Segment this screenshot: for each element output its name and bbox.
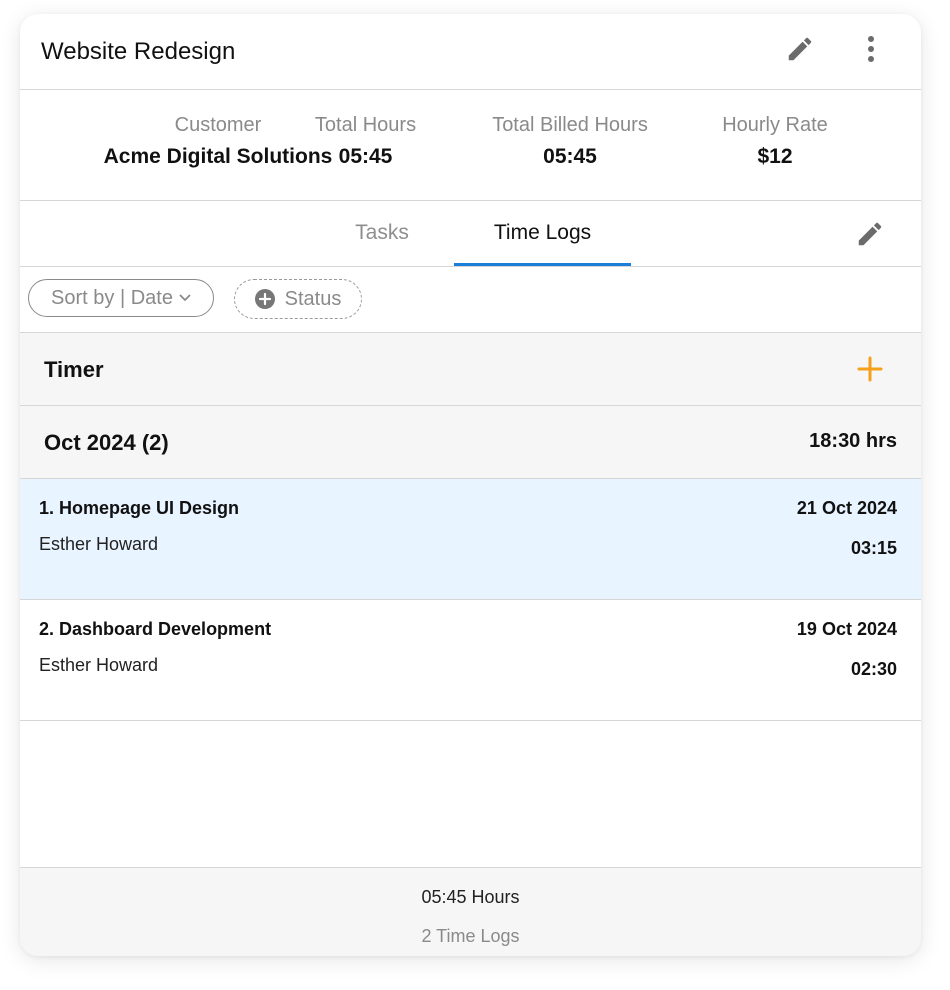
log-date: 21 Oct 2024 [796,498,897,518]
edit-tab-button[interactable] [852,216,888,252]
sort-label: Sort by | Date [51,286,173,309]
stat-value: $12 [757,145,793,168]
footer-log-count: 2 Time Logs [421,926,520,946]
stat-total-billed-hours: Total Billed Hours 05:45 [475,114,665,169]
log-date: 19 Oct 2024 [796,619,897,639]
summary-footer: 05:45 Hours 2 Time Logs [20,867,921,956]
edit-project-button[interactable] [782,31,818,67]
month-group-total: 18:30 hrs [809,430,897,452]
stat-hourly-rate: Hourly Rate $12 [700,114,850,169]
tab-time-logs[interactable]: Time Logs [454,201,631,266]
log-duration: 02:30 [850,659,897,679]
log-task-name: 2. Dashboard Development [39,619,272,639]
chevron-down-icon [179,294,191,301]
time-log-row[interactable]: 2. Dashboard Development Esther Howard 1… [20,600,921,721]
plus-icon [857,356,883,382]
month-group-label: Oct 2024 (2) [44,430,169,455]
log-duration: 03:15 [850,538,897,558]
tab-bar: Tasks Time Logs [20,201,921,267]
timer-section: Timer [20,333,921,406]
add-timer-button[interactable] [856,355,884,383]
tab-tasks[interactable]: Tasks [330,201,434,265]
add-circle-icon [254,289,275,309]
project-stats: Customer Acme Digital Solutions Total Ho… [20,90,921,201]
month-group-header[interactable]: Oct 2024 (2) 18:30 hrs [20,406,921,479]
log-person: Esther Howard [39,534,159,554]
sort-by-dropdown[interactable]: Sort by | Date [28,279,214,317]
stat-value: 05:45 [338,145,393,168]
time-log-row[interactable]: 1. Homepage UI Design Esther Howard 21 O… [20,479,921,600]
footer-total-hours: 05:45 Hours [421,887,520,907]
card-header: Website Redesign [20,14,921,90]
project-card: Website Redesign Customer Acme Digital S… [20,14,921,956]
project-title: Website Redesign [41,38,236,65]
more-vertical-icon [868,36,874,62]
stat-label: Hourly Rate [722,114,828,136]
more-options-button[interactable] [854,31,888,67]
filter-bar: Sort by | Date Status [20,267,921,333]
stat-label: Total Hours [314,114,417,136]
log-person: Esther Howard [39,655,159,675]
pencil-icon [788,37,812,61]
stat-total-hours: Total Hours 05:45 [298,114,433,169]
stat-value: 05:45 [543,145,597,168]
pencil-icon [858,222,882,246]
status-filter-button[interactable]: Status [234,279,362,319]
status-label: Status [284,287,342,310]
log-task-name: 1. Homepage UI Design [39,498,240,518]
timer-label: Timer [44,357,104,382]
stat-label: Total Billed Hours [492,114,648,136]
